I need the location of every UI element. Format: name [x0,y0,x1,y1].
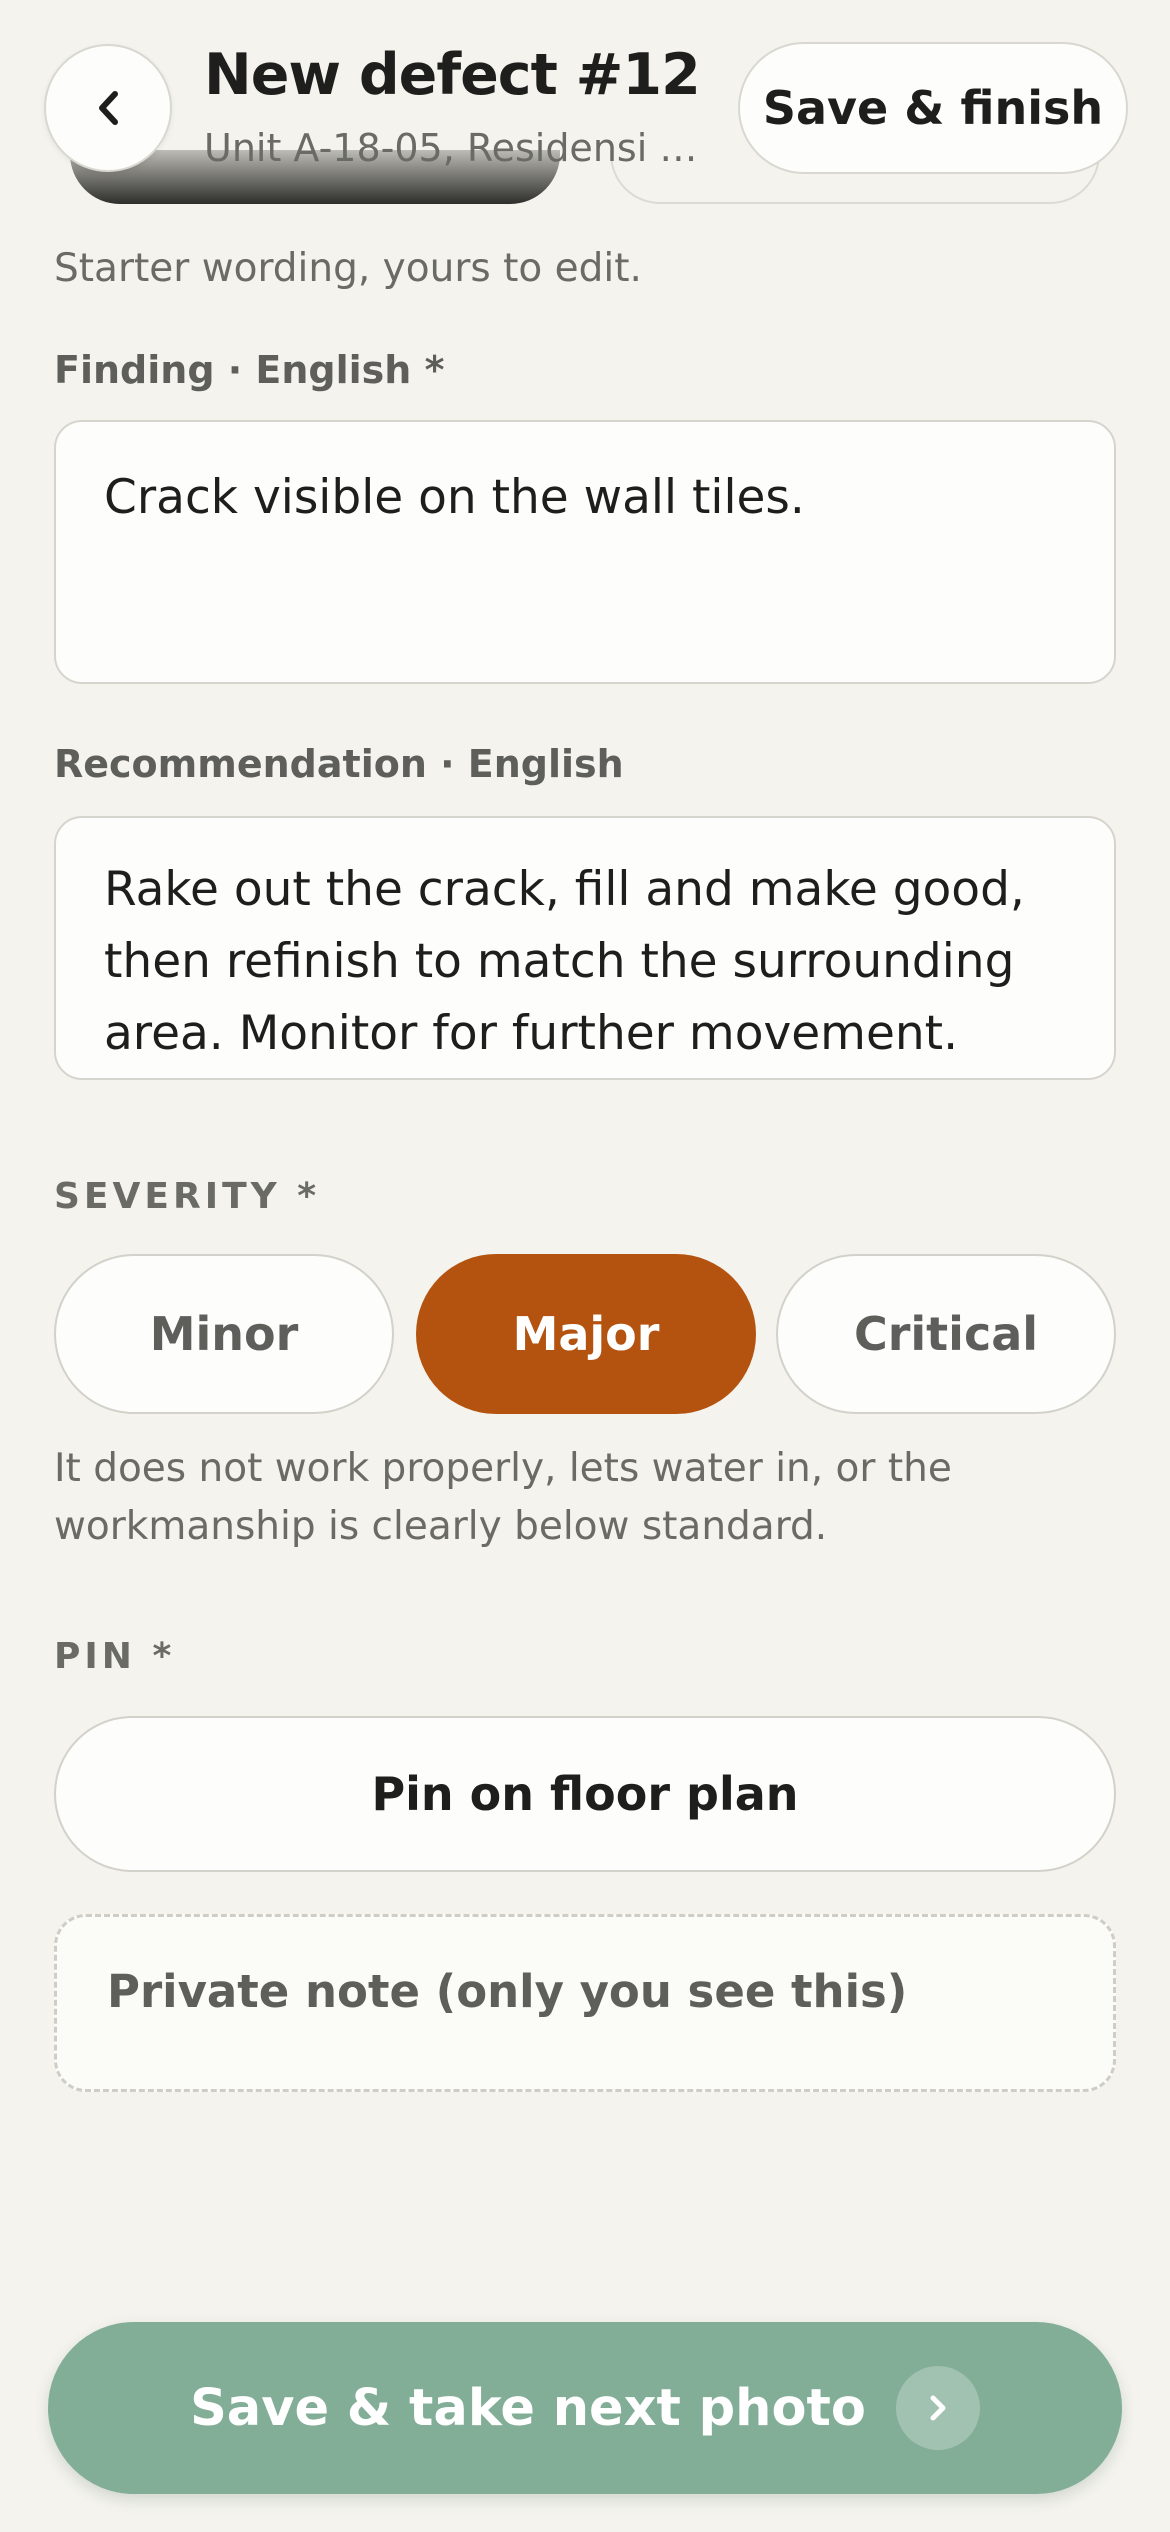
finding-label: Finding · English * [54,348,445,392]
save-take-next-photo-button[interactable]: Save & take next photo [48,2322,1122,2494]
starter-wording-hint: Starter wording, yours to edit. [54,246,642,291]
chevron-left-icon [99,91,118,125]
recommendation-textarea[interactable]: Rake out the crack, fill and make good, … [54,816,1116,1080]
page-subtitle: Unit A-18-05, Residensi M... [204,126,710,170]
save-take-next-photo-label: Save & take next photo [190,2378,866,2438]
severity-description: It does not work properly, lets water in… [54,1446,952,1549]
severity-minor-button[interactable]: Minor [54,1254,394,1414]
severity-critical-button[interactable]: Critical [776,1254,1116,1414]
finding-textarea[interactable]: Crack visible on the wall tiles. [54,420,1116,684]
private-note-field[interactable]: Private note (only you see this) [54,1914,1116,2092]
back-button[interactable] [44,44,172,172]
chevron-right-icon [895,2366,980,2450]
page-title: New defect #12 [204,42,701,108]
severity-major-button[interactable]: Major [416,1254,756,1414]
pin-label: PIN * [54,1636,176,1677]
severity-label: SEVERITY * [54,1176,321,1217]
save-finish-button[interactable]: Save & finish [738,42,1128,174]
pin-on-floor-plan-button[interactable]: Pin on floor plan [54,1716,1116,1872]
recommendation-label: Recommendation · English [54,742,624,786]
